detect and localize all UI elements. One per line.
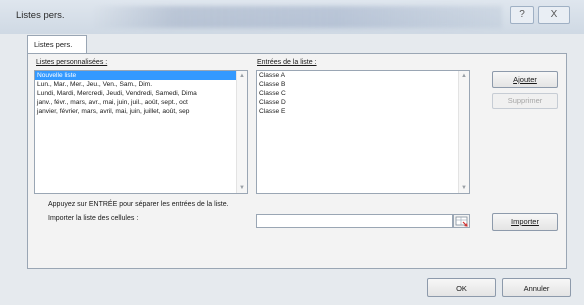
scroll-down-icon[interactable]: ▼ <box>239 185 245 191</box>
import-button[interactable]: Importer <box>492 213 558 231</box>
add-button-label: Ajouter <box>513 75 537 84</box>
custom-lists-items: Nouvelle liste Lun., Mar., Mer., Jeu., Ve… <box>35 71 247 116</box>
list-item[interactable]: Lundi, Mardi, Mercredi, Jeudi, Vendredi,… <box>35 89 247 98</box>
close-button[interactable]: X <box>538 6 570 24</box>
scroll-up-icon[interactable]: ▲ <box>461 73 467 79</box>
ok-button[interactable]: OK <box>427 278 496 297</box>
tab-label: Listes pers. <box>34 40 73 49</box>
window-title: Listes pers. <box>16 10 65 21</box>
list-item[interactable]: janv., févr., mars, avr., mai, juin, jui… <box>35 98 247 107</box>
scroll-up-icon[interactable]: ▲ <box>239 73 245 79</box>
blurred-background <box>92 6 502 28</box>
list-item[interactable]: janvier, février, mars, avril, mai, juin… <box>35 107 247 116</box>
custom-lists-listbox[interactable]: Nouvelle liste Lun., Mar., Mer., Jeu., Ve… <box>34 70 248 194</box>
list-item[interactable]: Classe C <box>257 89 469 98</box>
cancel-button[interactable]: Annuler <box>502 278 571 297</box>
import-button-label: Importer <box>511 217 539 226</box>
list-item[interactable]: Classe A <box>257 71 469 80</box>
custom-lists-scrollbar[interactable]: ▲ ▼ <box>236 71 247 193</box>
import-range-input[interactable] <box>256 214 453 228</box>
import-range-label-text: Importer la liste des cellules : <box>48 215 139 222</box>
import-range-label: Importer la liste des cellules : <box>48 215 138 222</box>
scroll-down-icon[interactable]: ▼ <box>461 185 467 191</box>
list-item[interactable]: Lun., Mar., Mer., Jeu., Ven., Sam., Dim. <box>35 80 247 89</box>
entries-label: Entrées de la liste : <box>257 59 317 66</box>
entries-items: Classe A Classe B Classe C Classe D Classe E <box>257 71 469 116</box>
delete-button-label: Supprimer <box>507 96 543 105</box>
hint-text: Appuyez sur ENTRÉE pour séparer les entr… <box>48 201 229 208</box>
add-button[interactable]: Ajouter <box>492 71 558 88</box>
cancel-button-label: Annuler <box>523 284 550 293</box>
custom-lists-label: Listes personnalisées : <box>36 59 107 66</box>
custom-lists-label-text: Listes personnalisées : <box>36 59 108 66</box>
entries-label-text: Entrées de la liste : <box>257 59 317 66</box>
list-item[interactable]: Classe E <box>257 107 469 116</box>
entries-listbox[interactable]: Classe A Classe B Classe C Classe D Classe E… <box>256 70 470 194</box>
list-item[interactable]: Nouvelle liste <box>35 71 247 80</box>
tab-custom-lists[interactable]: Listes pers. <box>27 35 87 53</box>
list-item[interactable]: Classe D <box>257 98 469 107</box>
range-picker-button[interactable] <box>453 214 470 228</box>
close-icon: X <box>550 9 558 20</box>
range-picker-icon <box>455 216 468 227</box>
list-item[interactable]: Classe B <box>257 80 469 89</box>
delete-button[interactable]: Supprimer <box>492 93 558 109</box>
title-bar: Listes pers. ? X <box>0 0 584 34</box>
help-button[interactable]: ? <box>510 6 534 24</box>
entries-scrollbar[interactable]: ▲ ▼ <box>458 71 469 193</box>
ok-button-label: OK <box>456 284 467 293</box>
question-icon: ? <box>519 9 525 20</box>
